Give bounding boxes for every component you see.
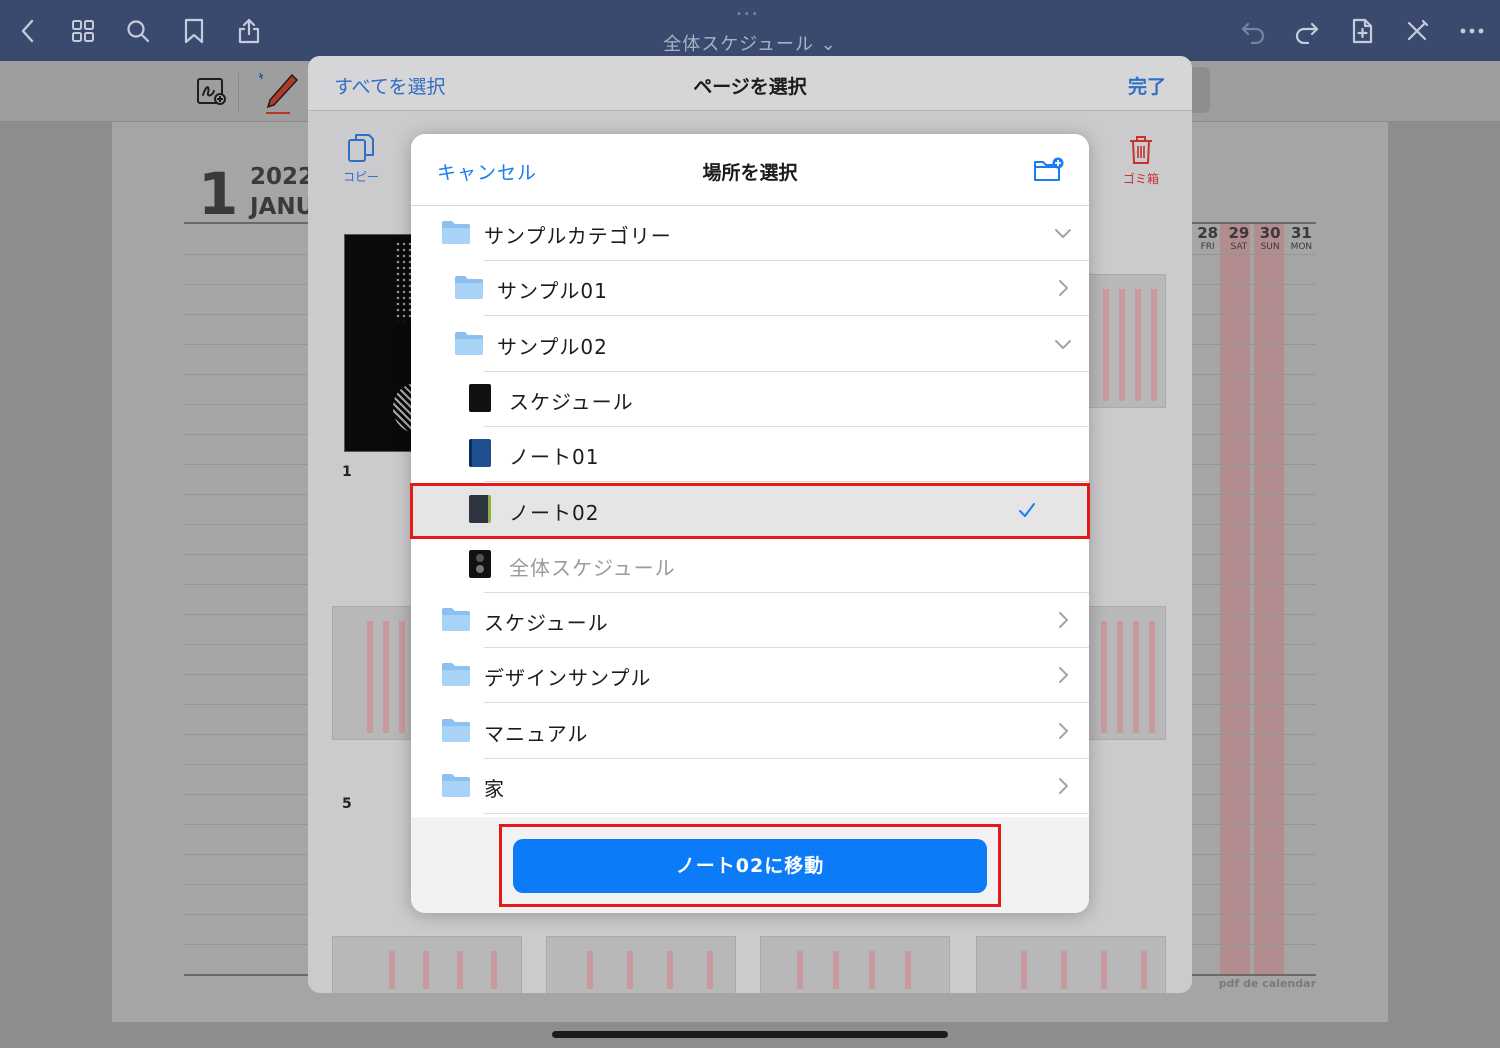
trash-label: ゴミ箱 [1122, 172, 1159, 186]
weekend-column [1254, 224, 1284, 974]
row-label: ノート01 [509, 445, 600, 470]
modal-header: キャンセル 場所を選択 [411, 134, 1089, 206]
year-label: 2022 [250, 164, 315, 190]
folder-icon [454, 330, 484, 356]
chevron-right-icon[interactable] [1055, 610, 1071, 630]
row-separator [484, 813, 1089, 814]
row-label: 家 [484, 777, 505, 801]
folder-icon [441, 772, 471, 798]
trash-icon [1130, 136, 1152, 164]
folder-icon [441, 219, 471, 245]
day-cell: 31 MON [1290, 224, 1313, 252]
page-thumbnail[interactable] [332, 606, 412, 740]
folder-icon [441, 661, 471, 687]
redo-icon[interactable] [1294, 18, 1320, 44]
chevron-right-icon[interactable] [1055, 278, 1071, 298]
brand-footer: pdf de calendar [1218, 977, 1316, 990]
more-icon[interactable] [1459, 18, 1485, 44]
day-cell: 30 SUN [1259, 224, 1281, 252]
folder-row[interactable]: サンプル02 [411, 317, 1089, 372]
month-name: JANU [250, 194, 315, 220]
undo-icon[interactable] [1240, 18, 1266, 44]
highlight-selected-row [410, 483, 1090, 539]
folder-row[interactable]: マニュアル [411, 704, 1089, 759]
notebook-cover-icon [469, 549, 491, 578]
chevron-down-icon[interactable] [1055, 223, 1071, 243]
row-label: デザインサンプル [484, 666, 652, 691]
notebook-row: 全体スケジュール [411, 538, 1089, 593]
day-header: 28 FRI 29 SAT 30 SUN 31 MON [1192, 224, 1317, 254]
chevron-right-icon[interactable] [1055, 665, 1071, 685]
notebook-cover-icon [469, 439, 491, 468]
chevron-right-icon[interactable] [1055, 721, 1071, 741]
folder-row[interactable]: デザインサンプル [411, 648, 1089, 704]
weekend-column [1220, 224, 1250, 974]
copy-button[interactable]: コピー [336, 132, 386, 192]
lasso-icon[interactable] [196, 77, 228, 107]
page-thumbnail[interactable] [976, 936, 1166, 993]
folder-icon [454, 274, 484, 300]
highlight-move-button [499, 824, 1001, 907]
folder-row[interactable]: サンプル01 [411, 261, 1089, 317]
new-folder-icon[interactable] [1033, 156, 1065, 184]
row-label: スケジュール [484, 611, 609, 636]
sheet-header: すべてを選択 ページを選択 完了 [308, 56, 1192, 111]
multitask-handle[interactable]: ••• [736, 10, 764, 20]
row-label: サンプル02 [497, 334, 608, 359]
folder-row[interactable]: 家 [411, 759, 1089, 814]
pen-tool-icon[interactable] [252, 69, 300, 115]
page-thumbnail[interactable] [1088, 274, 1166, 408]
folder-row[interactable]: サンプルカテゴリー [411, 206, 1089, 261]
home-indicator[interactable] [552, 1031, 948, 1038]
row-label: マニュアル [484, 721, 589, 746]
close-pen-icon[interactable] [1404, 18, 1430, 44]
page-number: 5 [342, 796, 352, 812]
page-thumbnail[interactable] [1088, 606, 1166, 740]
notebook-row[interactable]: スケジュール [411, 372, 1089, 427]
sheet-title: ページを選択 [693, 76, 807, 98]
trash-button[interactable]: ゴミ箱 [1116, 134, 1166, 194]
toolbar-divider [238, 73, 239, 113]
row-label: サンプル01 [497, 279, 608, 304]
row-label: スケジュール [509, 389, 634, 414]
copy-icon [348, 134, 374, 162]
folder-icon [441, 717, 471, 743]
notebook-cover-icon [469, 383, 491, 412]
modal-title: 場所を選択 [702, 162, 798, 184]
page-number: 1 [342, 464, 352, 480]
folder-row[interactable]: スケジュール [411, 593, 1089, 649]
chevron-down-icon[interactable] [1055, 334, 1071, 354]
chevron-right-icon[interactable] [1055, 776, 1071, 796]
document-title[interactable]: 全体スケジュール ⌄ [0, 30, 1500, 56]
row-label: サンプルカテゴリー [484, 224, 672, 248]
notebook-row[interactable]: ノート01 [411, 427, 1089, 483]
toolbar-palette-edge [1192, 67, 1210, 113]
day-cell: 28 FRI [1197, 224, 1219, 252]
page-thumbnail[interactable] [760, 936, 950, 993]
add-page-icon[interactable] [1349, 18, 1375, 44]
month-number: 1 [198, 160, 239, 228]
folder-icon [441, 606, 471, 632]
row-label: 全体スケジュール [509, 555, 676, 580]
day-cell: 29 SAT [1228, 224, 1250, 252]
page-thumbnail[interactable] [546, 936, 736, 993]
copy-label: コピー [342, 170, 379, 184]
page-thumbnail[interactable] [344, 234, 417, 452]
done-button[interactable]: 完了 [1128, 72, 1166, 99]
page-thumbnail[interactable] [332, 936, 522, 993]
top-navigation-bar: ••• 全体スケジュール ⌄ [0, 0, 1500, 61]
